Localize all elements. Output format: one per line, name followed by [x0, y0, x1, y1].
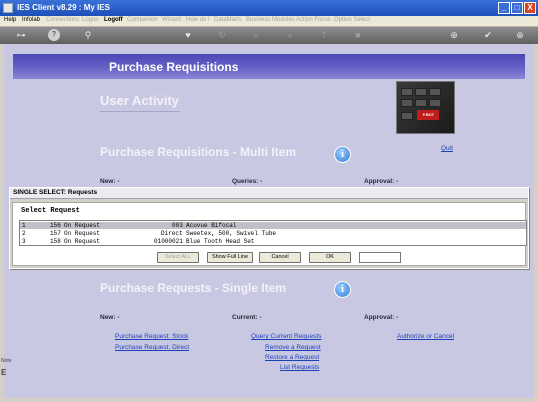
toolbar: ⊶ ? ⚲ ♥ ↻ « » ⇡ ■ ⊕ ✔ ⊗ — [0, 27, 538, 44]
user-activity-heading: User Activity — [100, 93, 179, 108]
row-code: 01000021 — [154, 238, 183, 245]
new-count-label: New: - — [100, 314, 120, 321]
refresh-icon[interactable]: ↻ — [216, 29, 228, 41]
menu-connections[interactable]: Connections — [46, 17, 79, 23]
side-mark-e: E — [1, 368, 7, 377]
globe-icon[interactable]: ⊕ — [448, 29, 460, 41]
authorize-or-cancel-link[interactable]: Authorize or Cancel — [397, 333, 454, 340]
stop-icon[interactable]: ■ — [352, 29, 364, 41]
menu-help[interactable]: Help — [4, 17, 16, 23]
menu-action-focus[interactable]: Action Focus — [296, 17, 331, 23]
side-marks: Note E — [1, 358, 12, 377]
row-number: 156 — [50, 222, 61, 229]
menu-business-modules[interactable]: Business Modules — [246, 17, 295, 23]
menu-datamarts[interactable]: DataMarts — [214, 17, 242, 23]
menu-infolab[interactable]: Infolab — [22, 17, 40, 23]
menu-logoff[interactable]: Logoff — [104, 17, 123, 23]
restore-request-link[interactable]: Restore a Request — [265, 354, 319, 361]
row-code: Direct — [161, 230, 183, 237]
list-item[interactable]: 2 157 On Request Direct Sweetex, 500, Sw… — [20, 230, 526, 237]
row-index: 3 — [22, 238, 26, 245]
row-index: 2 — [22, 230, 26, 237]
list-item[interactable]: 3 158 On Request 01000021 Blue Tooth Hea… — [20, 238, 526, 245]
menu-how-do-i[interactable]: How do I — [186, 17, 210, 23]
close-button[interactable]: X — [524, 2, 536, 14]
keyboard-image: ▼BUT — [396, 81, 455, 134]
row-status: On Request — [64, 222, 101, 229]
menu-companion[interactable]: Companion — [127, 17, 158, 23]
list-requests-link[interactable]: List Requests — [280, 364, 319, 371]
row-status: On Request — [64, 238, 101, 245]
key-icon[interactable]: ⊶ — [12, 29, 30, 41]
dialog-input[interactable] — [359, 252, 401, 263]
info-icon[interactable]: i — [334, 281, 351, 298]
purchase-request-stock-link[interactable]: Purchase Request: Stock — [115, 333, 188, 340]
keyboard-key-label: ▼BUT — [417, 110, 439, 120]
maximize-button[interactable]: □ — [511, 2, 523, 14]
queries-count-label: Queries: - — [232, 178, 263, 185]
row-description: Acuvue Bifocal — [186, 222, 237, 229]
select-all-button[interactable]: Select ALL — [157, 252, 199, 263]
single-select-dialog: SINGLE SELECT: Requests Select Request 1… — [9, 187, 529, 269]
check-icon[interactable]: ✔ — [482, 29, 494, 41]
minimize-button[interactable]: _ — [498, 2, 510, 14]
dialog-subtitle: Select Request — [21, 207, 80, 215]
heart-icon[interactable]: ♥ — [182, 29, 194, 41]
forward-icon[interactable]: » — [284, 29, 296, 41]
purchase-request-direct-link[interactable]: Purchase Request: Direct — [115, 344, 189, 351]
new-count-label: New: - — [100, 178, 120, 185]
close-icon[interactable]: ⊗ — [514, 29, 526, 41]
query-current-requests-link[interactable]: Query Current Requests — [251, 333, 321, 340]
divider — [100, 111, 180, 112]
menu-wizard[interactable]: Wizard — [162, 17, 181, 23]
row-status: On Request — [64, 230, 101, 237]
row-number: 157 — [50, 230, 61, 237]
approval-count-label: Approval: - — [364, 178, 399, 185]
page-title: Purchase Requisitions — [109, 60, 239, 74]
menu-option-select[interactable]: Option Select — [334, 17, 370, 23]
upload-icon[interactable]: ⇡ — [318, 29, 330, 41]
ok-button[interactable]: OK — [309, 252, 351, 263]
help-icon[interactable]: ? — [48, 29, 60, 41]
quit-link[interactable]: Quit — [441, 145, 453, 152]
window-title: IES Client v8.29 : My IES — [17, 3, 110, 12]
side-mark-note: Note — [1, 358, 12, 364]
list-item[interactable]: 1 156 On Request 003 Acuvue Bifocal — [20, 222, 526, 229]
row-description: Blue Tooth Head Set — [186, 238, 255, 245]
row-index: 1 — [22, 222, 26, 229]
remove-request-link[interactable]: Remove a Request — [265, 344, 321, 351]
dialog-title: SINGLE SELECT: Requests — [10, 188, 528, 199]
single-item-heading: Purchase Requests - Single Item — [100, 281, 287, 295]
request-list[interactable]: 1 156 On Request 003 Acuvue Bifocal 2 15… — [19, 220, 527, 246]
row-code: 003 — [172, 222, 183, 229]
row-description: Sweetex, 500, Swivel Tube — [186, 230, 277, 237]
app-icon — [3, 3, 13, 13]
info-icon[interactable]: i — [334, 146, 351, 163]
row-number: 158 — [50, 238, 61, 245]
dialog-panel: Select Request 1 156 On Request 003 Acuv… — [12, 202, 527, 266]
search-icon[interactable]: ⚲ — [82, 29, 94, 41]
approval-count-label: Approval: - — [364, 314, 399, 321]
title-bar: IES Client v8.29 : My IES _ □ X — [0, 0, 538, 16]
page-banner: Purchase Requisitions — [13, 54, 525, 79]
menu-bar: Help Infolab Connections Logon Logoff Co… — [0, 16, 538, 27]
current-count-label: Current: - — [232, 314, 262, 321]
back-icon[interactable]: « — [250, 29, 262, 41]
menu-logon[interactable]: Logon — [82, 17, 99, 23]
show-full-line-button[interactable]: Show Full Line — [207, 252, 253, 263]
multi-item-heading: Purchase Requisitions - Multi Item — [100, 145, 297, 159]
cancel-button[interactable]: Cancel — [259, 252, 301, 263]
